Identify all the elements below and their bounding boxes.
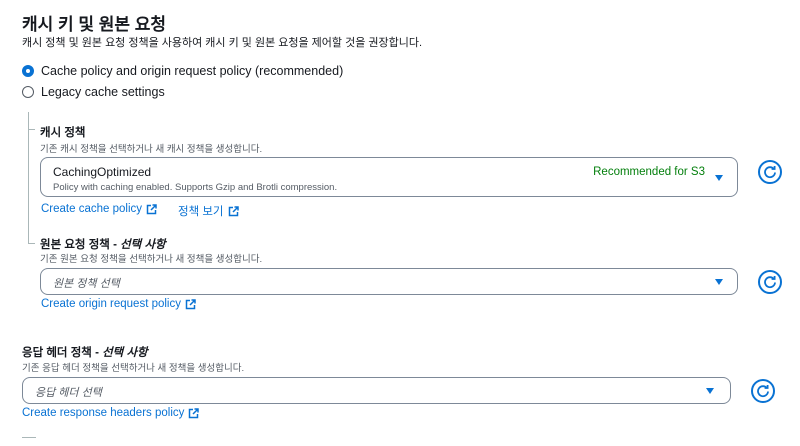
section-title: 캐시 키 및 원본 요청 — [22, 15, 167, 34]
cache-policy-select[interactable]: CachingOptimized Policy with caching ena… — [40, 157, 738, 197]
response-headers-policy-placeholder: 응답 헤더 선택 — [35, 387, 102, 399]
caret-down-icon — [715, 175, 723, 181]
caret-down-icon — [706, 388, 714, 394]
response-headers-policy-description: 기존 응답 헤더 정책을 선택하거나 새 정책을 생성합니다. — [22, 363, 245, 374]
option-recommended[interactable]: Cache policy and origin request policy (… — [22, 64, 343, 78]
origin-request-policy-description: 기존 원본 요청 정책을 선택하거나 새 정책을 생성합니다. — [40, 254, 263, 265]
external-link-icon — [146, 203, 157, 214]
cache-policy-selected-name: CachingOptimized — [53, 165, 152, 179]
option-legacy-label: Legacy cache settings — [41, 85, 165, 99]
create-origin-request-policy-label: Create origin request policy — [41, 298, 181, 310]
caret-down-icon — [715, 279, 723, 285]
origin-request-policy-select[interactable]: 원본 정책 선택 — [40, 268, 738, 295]
create-response-headers-policy-label: Create response headers policy — [22, 407, 185, 419]
radio-icon[interactable] — [22, 86, 34, 98]
origin-request-policy-title: 원본 요청 정책 - 선택 사항 — [40, 236, 166, 252]
create-cache-policy-label: Create cache policy — [41, 203, 142, 215]
refresh-icon[interactable] — [758, 160, 782, 184]
recommended-badge: Recommended for S3 — [593, 166, 705, 178]
cache-policy-title: 캐시 정책 — [40, 127, 86, 139]
option-legacy[interactable]: Legacy cache settings — [22, 85, 165, 99]
response-headers-policy-title-main: 응답 헤더 정책 - — [22, 347, 103, 359]
next-section-divider — [22, 437, 36, 438]
create-cache-policy-link[interactable]: Create cache policy — [41, 203, 157, 215]
radio-selected-icon[interactable] — [22, 65, 34, 77]
external-link-icon — [228, 205, 239, 216]
create-origin-request-policy-link[interactable]: Create origin request policy — [41, 298, 196, 310]
tree-connector — [28, 112, 29, 243]
external-link-icon — [189, 407, 200, 418]
external-link-icon — [185, 298, 196, 309]
origin-request-policy-title-optional: 선택 사항 — [120, 239, 166, 251]
view-policy-label: 정책 보기 — [178, 206, 224, 218]
refresh-icon[interactable] — [758, 270, 782, 294]
response-headers-policy-title-optional: 선택 사항 — [102, 347, 148, 359]
refresh-icon[interactable] — [751, 379, 775, 403]
section-description: 캐시 정책 및 원본 요청 정책을 사용하여 캐시 키 및 원본 요청을 제어할… — [22, 37, 423, 49]
origin-request-policy-placeholder: 원본 정책 선택 — [53, 278, 120, 290]
origin-request-policy-title-main: 원본 요청 정책 - — [40, 239, 121, 251]
cache-policy-selected-description: Policy with caching enabled. Supports Gz… — [53, 182, 338, 193]
tree-branch — [28, 243, 35, 244]
response-headers-policy-select[interactable]: 응답 헤더 선택 — [22, 377, 731, 404]
tree-branch — [28, 129, 35, 130]
create-response-headers-policy-link[interactable]: Create response headers policy — [22, 407, 200, 419]
option-recommended-label: Cache policy and origin request policy (… — [41, 64, 344, 78]
response-headers-policy-title: 응답 헤더 정책 - 선택 사항 — [22, 344, 148, 360]
view-policy-link[interactable]: 정책 보기 — [178, 203, 239, 219]
cache-policy-description: 기존 캐시 정책을 선택하거나 새 캐시 정책을 생성합니다. — [40, 144, 263, 155]
